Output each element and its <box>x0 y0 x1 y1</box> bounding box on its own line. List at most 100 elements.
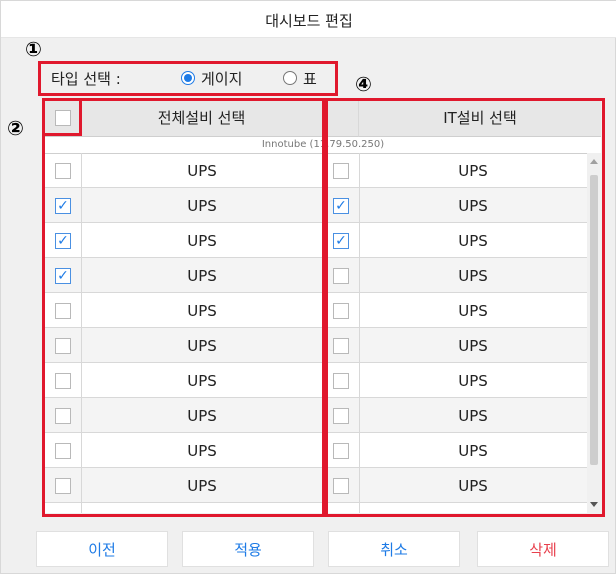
row-equipment-name: UPS <box>187 266 217 285</box>
row-all-checkbox-cell <box>45 468 81 503</box>
row-it-checkbox-cell: ✓ <box>323 188 359 223</box>
equipment-table: 전체설비 선택 IT설비 선택 Innotube (11.79.50.250) … <box>45 99 601 513</box>
row-it-checkbox-cell <box>323 433 359 468</box>
row-it-checkbox[interactable] <box>333 302 349 319</box>
column-divider <box>323 153 324 513</box>
row-it-equipment-name: UPS <box>458 476 488 495</box>
row-all-checkbox-checked-icon[interactable]: ✓ <box>55 232 71 249</box>
row-it-equipment-name: UPS <box>458 406 488 425</box>
row-all-checkbox-cell <box>45 398 81 433</box>
table-row[interactable]: ✓ UPS ✓ UPS <box>45 188 587 223</box>
row-it-checkbox-cell <box>323 293 359 328</box>
radio-gauge[interactable]: 게이지 <box>181 69 243 88</box>
table-row[interactable]: UPS UPS <box>45 398 587 433</box>
row-all-checkbox-cell <box>45 328 81 363</box>
row-it-equipment-name: UPS <box>458 441 488 460</box>
table-row[interactable]: UPS UPS <box>45 433 587 468</box>
dialog-title: 대시보드 편집 <box>265 12 353 30</box>
row-all-checkbox-checked-icon[interactable]: ✓ <box>55 197 71 214</box>
type-select-label: 타입 선택 : <box>51 70 121 88</box>
apply-button[interactable]: 적용 <box>182 531 314 567</box>
table-row[interactable]: UPS UPS <box>45 328 587 363</box>
row-it-checkbox[interactable] <box>333 407 349 424</box>
type-select-bar: 타입 선택 : 게이지 표 <box>41 63 337 93</box>
row-it-equipment-name: UPS <box>458 371 488 390</box>
row-it-checkbox-checked-icon[interactable]: ✓ <box>333 197 349 214</box>
row-it-checkbox-cell <box>323 153 359 188</box>
table-row[interactable]: UPS UPS <box>45 363 587 398</box>
table-row[interactable]: UPS UPS <box>45 468 587 503</box>
row-all-checkbox[interactable] <box>55 337 71 354</box>
row-equipment-name: UPS <box>187 406 217 425</box>
row-all-checkbox-cell: ✓ <box>45 188 81 223</box>
radio-gauge-circle-icon[interactable] <box>181 71 195 85</box>
radio-table-label: 표 <box>303 69 317 88</box>
row-it-checkbox[interactable] <box>333 372 349 389</box>
column-divider <box>359 153 360 513</box>
row-it-checkbox-cell <box>323 328 359 363</box>
row-equipment-name: UPS <box>187 301 217 320</box>
row-all-checkbox-cell: ✓ <box>45 223 81 258</box>
row-all-checkbox[interactable] <box>55 407 71 424</box>
row-it-checkbox-cell <box>323 398 359 433</box>
row-it-checkbox-cell <box>323 258 359 293</box>
header-it-checkbox-column <box>323 99 359 137</box>
dashboard-edit-dialog: 대시보드 편집 ① ② ③ ④ 타입 선택 : 게이지 표 전체설비 선택 IT… <box>0 0 616 574</box>
row-it-checkbox[interactable] <box>333 337 349 354</box>
row-equipment-name: UPS <box>187 196 217 215</box>
marker-2: ② <box>7 116 24 140</box>
row-it-checkbox[interactable] <box>333 442 349 459</box>
row-it-equipment-name: UPS <box>458 301 488 320</box>
row-all-checkbox[interactable] <box>55 442 71 459</box>
row-equipment-name: UPS <box>187 476 217 495</box>
table-row[interactable]: UPS UPS <box>45 293 587 328</box>
row-it-equipment-name: UPS <box>458 231 488 250</box>
row-equipment-name: UPS <box>187 231 217 250</box>
row-equipment-name: UPS <box>187 371 217 390</box>
row-it-checkbox[interactable] <box>333 162 349 179</box>
row-all-checkbox[interactable] <box>55 477 71 494</box>
vertical-scrollbar[interactable] <box>587 153 601 513</box>
table-row[interactable]: ✓ UPS UPS <box>45 258 587 293</box>
row-all-checkbox-cell <box>45 293 81 328</box>
table-row[interactable]: UPS UPS <box>45 153 587 188</box>
row-it-checkbox[interactable] <box>333 267 349 284</box>
row-all-checkbox-checked-icon[interactable]: ✓ <box>55 267 71 284</box>
row-all-checkbox-cell <box>45 363 81 398</box>
row-all-checkbox-cell: ✓ <box>45 258 81 293</box>
header-it-equipment: IT설비 선택 <box>359 99 601 137</box>
header-all-equipment: 전체설비 선택 <box>81 99 323 137</box>
row-all-checkbox[interactable] <box>55 162 71 179</box>
row-it-equipment-name: UPS <box>458 161 488 180</box>
row-equipment-name: UPS <box>187 336 217 355</box>
row-it-checkbox-cell: ✓ <box>323 223 359 258</box>
radio-gauge-label: 게이지 <box>201 69 243 88</box>
prev-button[interactable]: 이전 <box>36 531 168 567</box>
scrollbar-thumb[interactable] <box>590 175 598 465</box>
row-all-checkbox-cell <box>45 153 81 188</box>
row-it-checkbox-checked-icon[interactable]: ✓ <box>333 232 349 249</box>
cancel-button[interactable]: 취소 <box>328 531 460 567</box>
radio-table-circle-icon[interactable] <box>283 71 297 85</box>
select-all-header <box>45 99 81 137</box>
column-divider <box>81 153 82 513</box>
row-equipment-name: UPS <box>187 161 217 180</box>
row-it-equipment-name: UPS <box>458 266 488 285</box>
delete-button[interactable]: 삭제 <box>477 531 609 567</box>
row-it-equipment-name: UPS <box>458 336 488 355</box>
row-it-checkbox[interactable] <box>333 477 349 494</box>
row-it-equipment-name: UPS <box>458 196 488 215</box>
row-all-checkbox[interactable] <box>55 302 71 319</box>
scroll-down-arrow-icon[interactable] <box>590 502 598 507</box>
row-equipment-name: UPS <box>187 441 217 460</box>
marker-1: ① <box>25 37 42 61</box>
row-all-checkbox[interactable] <box>55 372 71 389</box>
radio-table[interactable]: 표 <box>283 69 317 88</box>
dialog-titlebar: 대시보드 편집 <box>1 1 616 38</box>
group-row-label: Innotube (11.79.50.250) <box>45 137 601 154</box>
row-it-checkbox-cell <box>323 468 359 503</box>
row-all-checkbox-cell <box>45 433 81 468</box>
scroll-up-arrow-icon[interactable] <box>590 159 598 164</box>
select-all-checkbox[interactable] <box>54 109 71 126</box>
table-row[interactable]: ✓ UPS ✓ UPS <box>45 223 587 258</box>
